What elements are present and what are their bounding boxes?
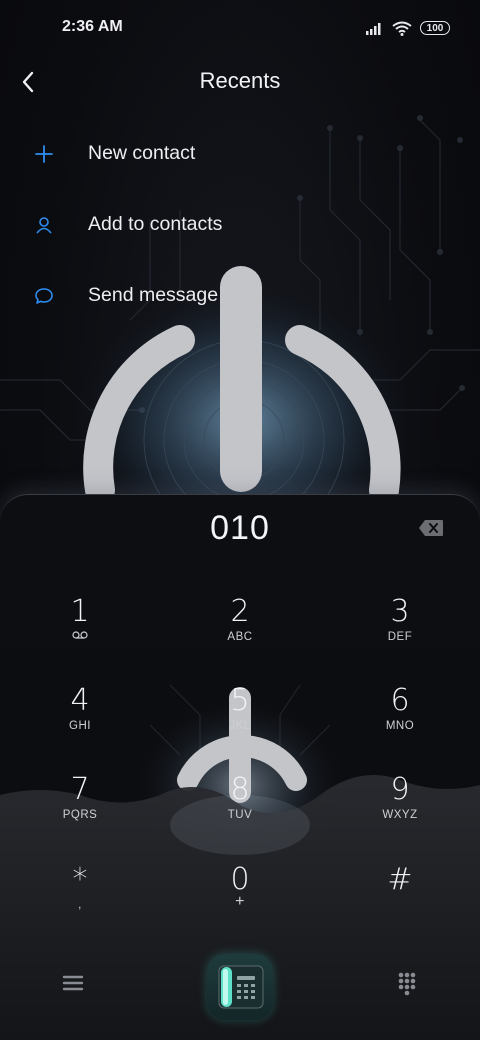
call-keypad-icon xyxy=(218,965,264,1009)
dialed-number: 010 xyxy=(210,509,270,547)
key-letters: ABC xyxy=(227,631,253,643)
add-to-contacts-action[interactable]: Add to contacts xyxy=(0,189,480,260)
status-icons: 100 xyxy=(366,18,450,38)
backspace-icon xyxy=(419,520,443,536)
key-2[interactable]: 2 ABC xyxy=(180,595,300,675)
key-digit: 2 xyxy=(230,594,250,629)
battery-icon: 100 xyxy=(420,21,450,35)
key-digit: 9 xyxy=(390,772,410,807)
key-digit: * xyxy=(72,862,88,897)
wifi-icon xyxy=(392,21,412,36)
menu-button[interactable] xyxy=(60,970,86,996)
key-letters: PQRS xyxy=(62,809,98,821)
header: Recents xyxy=(0,56,480,108)
key-1[interactable]: 1 xyxy=(20,595,140,675)
key-3[interactable]: 3 DEF xyxy=(340,595,460,675)
send-message-action[interactable]: Send message xyxy=(0,260,480,331)
plus-icon xyxy=(32,142,56,166)
key-9[interactable]: 9 WXYZ xyxy=(340,773,460,853)
key-5[interactable]: 5 JKL xyxy=(180,684,300,764)
action-label: Add to contacts xyxy=(88,213,223,235)
action-label: New contact xyxy=(88,142,196,164)
action-label: Send message xyxy=(88,284,219,306)
chat-bubble-icon xyxy=(32,284,56,308)
status-time: 2:36 AM xyxy=(62,18,123,35)
voicemail-icon xyxy=(72,631,88,639)
key-6[interactable]: 6 MNO xyxy=(340,684,460,764)
battery-level: 100 xyxy=(426,22,444,34)
key-0[interactable]: 0 + xyxy=(180,863,300,943)
action-list: New contact Add to contacts Send message xyxy=(0,118,480,331)
status-bar: 2:36 AM 100 xyxy=(0,0,480,56)
key-star[interactable]: * , xyxy=(20,863,140,943)
key-digit: 7 xyxy=(70,772,90,807)
dialer-screen: 2:36 AM 100 Recents New contact Add to c… xyxy=(0,0,480,1040)
key-digit: 5 xyxy=(230,683,250,718)
key-letters: MNO xyxy=(385,720,415,732)
hamburger-menu-icon xyxy=(62,975,84,991)
key-letters: DEF xyxy=(387,631,413,643)
keypad-toggle-button[interactable] xyxy=(394,970,420,996)
key-digit: 4 xyxy=(70,683,90,718)
key-digit: 3 xyxy=(390,594,410,629)
key-letters: TUV xyxy=(227,809,253,821)
page-title: Recents xyxy=(199,68,281,93)
key-letters: , xyxy=(78,899,82,911)
key-8[interactable]: 8 TUV xyxy=(180,773,300,853)
key-digit: # xyxy=(387,862,413,897)
key-hash[interactable]: # xyxy=(340,863,460,943)
key-7[interactable]: 7 PQRS xyxy=(20,773,140,853)
backspace-button[interactable] xyxy=(418,519,444,537)
new-contact-action[interactable]: New contact xyxy=(0,118,480,189)
key-letters: + xyxy=(235,893,245,910)
key-digit: 1 xyxy=(70,594,90,629)
call-button[interactable] xyxy=(207,954,273,1020)
key-letters: JKL xyxy=(229,720,251,732)
dialpad-icon xyxy=(398,972,416,996)
person-icon xyxy=(32,213,56,237)
signal-icon xyxy=(366,23,381,35)
bottom-bar xyxy=(0,950,480,1020)
key-4[interactable]: 4 GHI xyxy=(20,684,140,764)
key-digit: 8 xyxy=(230,772,250,807)
key-digit: 6 xyxy=(390,683,410,718)
key-digit: 0 xyxy=(230,862,250,897)
key-letters: GHI xyxy=(69,720,91,732)
key-letters: WXYZ xyxy=(382,809,418,821)
